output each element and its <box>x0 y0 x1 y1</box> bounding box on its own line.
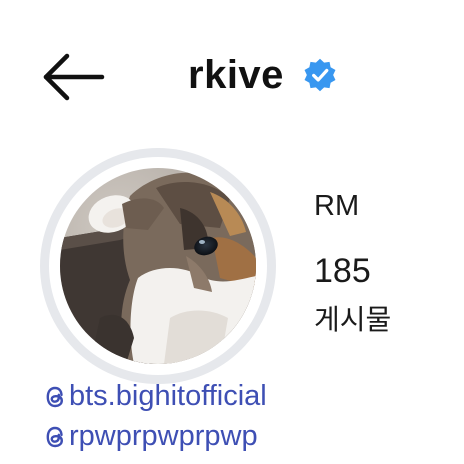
threads-icon <box>46 426 64 447</box>
profile-title: rkive <box>188 50 338 100</box>
display-name: RM <box>314 190 360 222</box>
profile-header: rkive <box>0 40 464 110</box>
threads-handle-1: bts.bighitofficial <box>69 380 267 412</box>
avatar[interactable] <box>40 148 276 384</box>
username: rkive <box>188 53 284 97</box>
back-button[interactable] <box>40 52 106 102</box>
profile-page: rkive RM 185 게시물 bts.bighitofficial rpwp… <box>0 0 464 464</box>
cat-photo <box>60 168 256 364</box>
arrow-left-icon <box>43 53 105 101</box>
post-count[interactable]: 185 <box>314 252 371 291</box>
verified-badge-icon <box>304 58 336 92</box>
post-count-label[interactable]: 게시물 <box>314 298 391 338</box>
threads-handle-2: rpwprpwprpwp <box>69 420 258 452</box>
profile-photo <box>60 168 256 364</box>
threads-link-1[interactable]: bts.bighitofficial <box>44 380 267 413</box>
threads-icon <box>46 386 64 407</box>
threads-link-2[interactable]: rpwprpwprpwp <box>44 420 258 453</box>
